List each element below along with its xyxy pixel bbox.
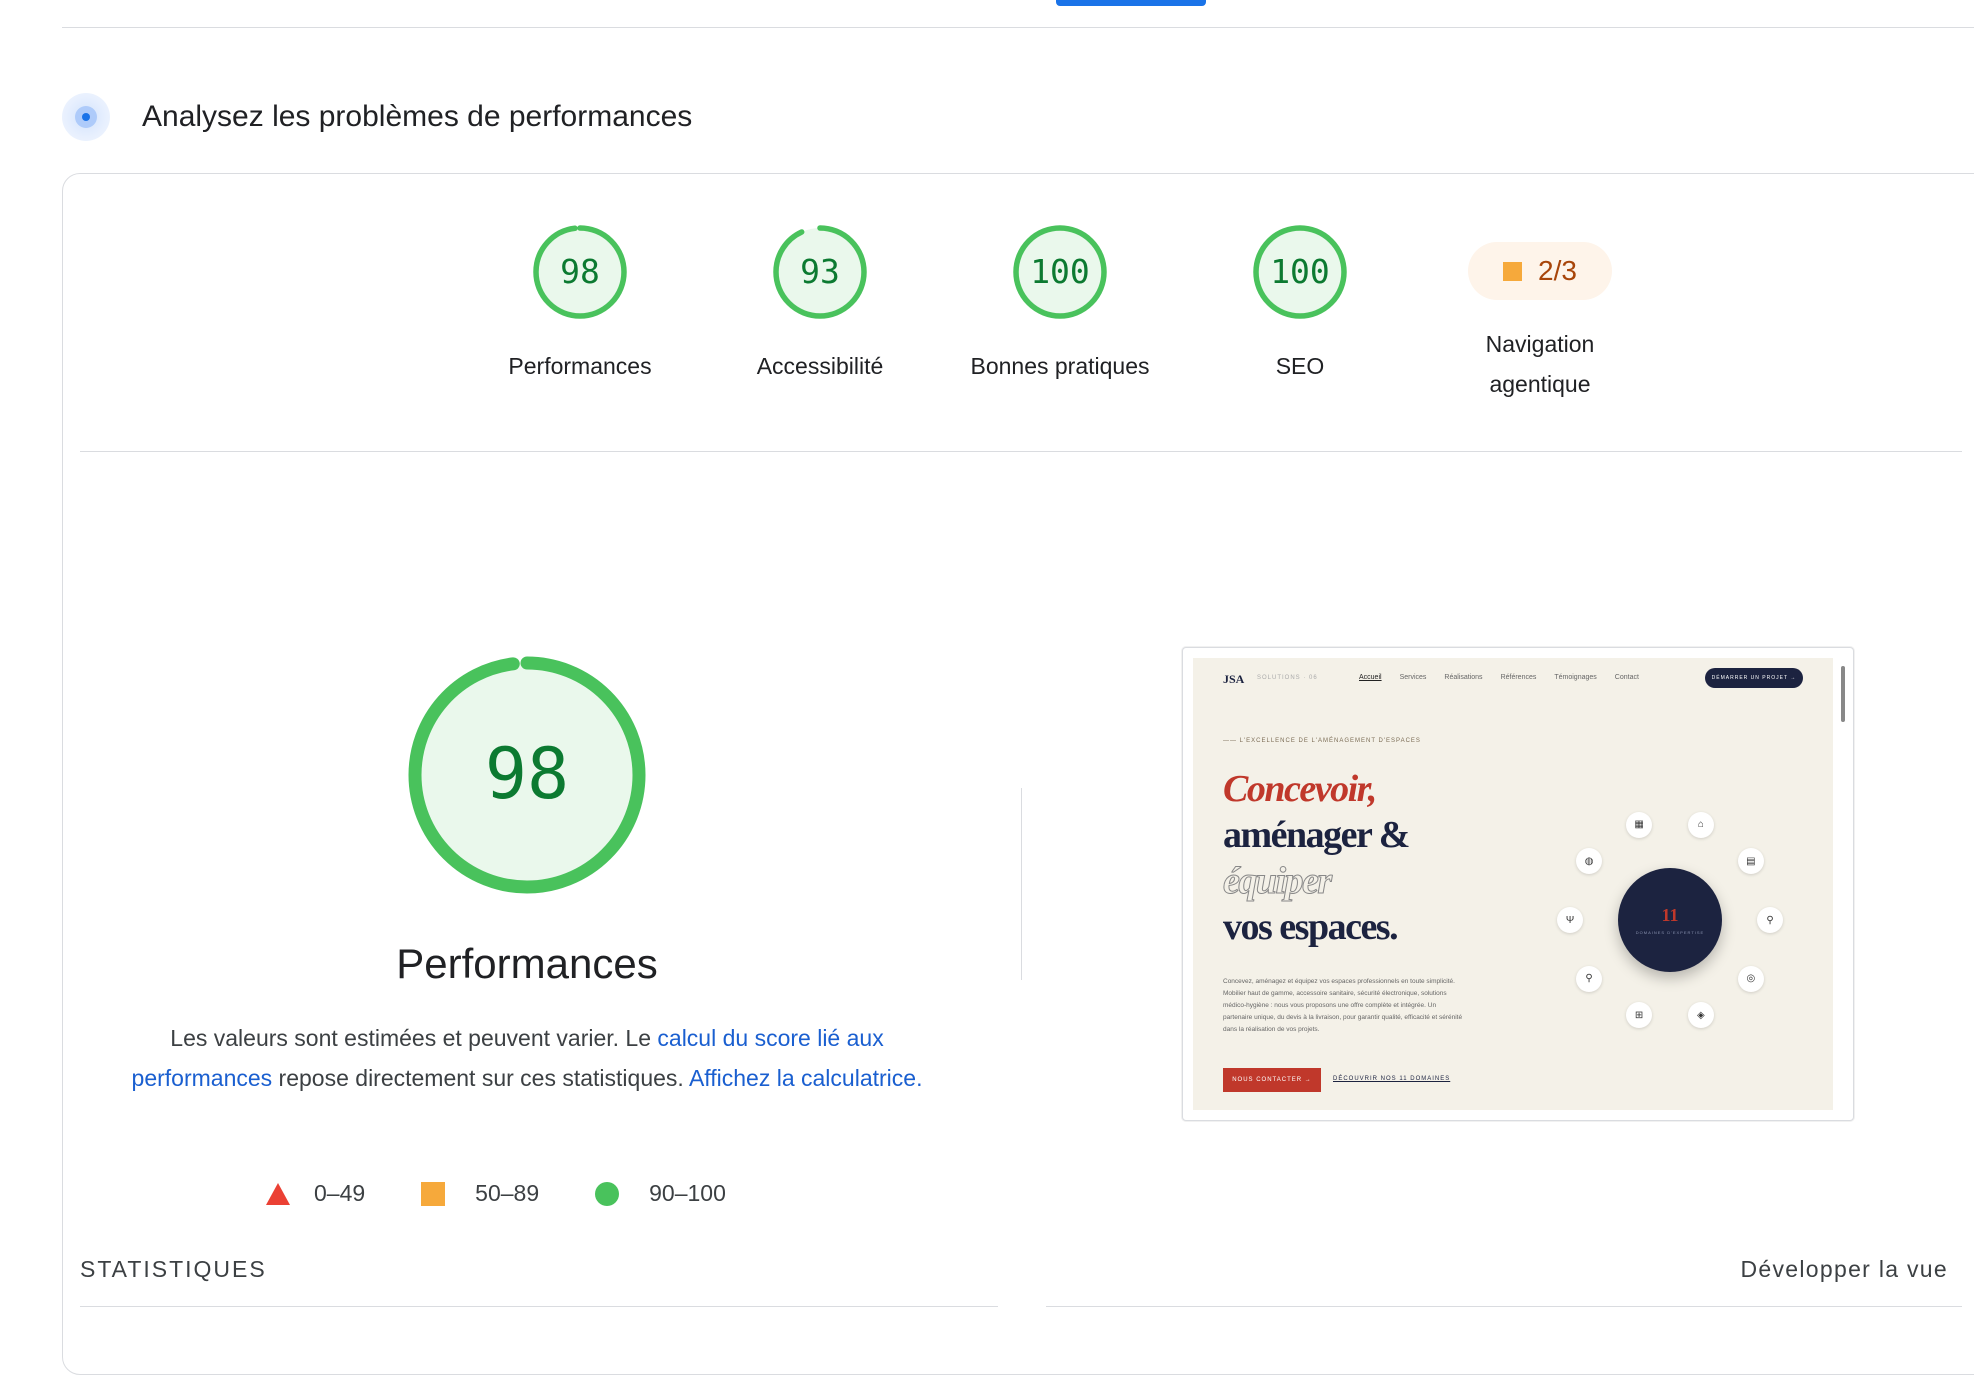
stats-divider-left	[80, 1306, 998, 1307]
top-divider	[62, 27, 1974, 28]
thumbnail-cta: DÉMARRER UN PROJET →	[1705, 668, 1803, 688]
performance-big-gauge: 98	[408, 656, 646, 894]
gauge-ring: 100	[1013, 225, 1107, 319]
legend-range: 50–89	[475, 1180, 540, 1206]
stats-divider-right	[1046, 1306, 1962, 1307]
legend-range: 0–49	[314, 1180, 366, 1206]
thumbnail-orbit-node: ◎	[1737, 965, 1764, 992]
gauge-bonnes-pratiques[interactable]: 100 Bonnes pratiques	[940, 222, 1180, 404]
thumbnail-menu: Accueil Services Réalisations Références…	[1359, 674, 1639, 681]
gauge-agentic-navigation[interactable]: 2/3 Navigation agentique	[1420, 222, 1660, 404]
gauge-seo[interactable]: 100 SEO	[1180, 222, 1420, 404]
thumbnail-menu-item: Accueil	[1359, 674, 1382, 681]
category-gauges: 98 Performances 93 Accessibilité 100 Bonnes p…	[460, 222, 1660, 404]
thumbnail-orbit-node: ◍	[1576, 848, 1603, 875]
thumbnail-menu-item: Réalisations	[1444, 674, 1483, 681]
thumbnail-menu-item: Témoignages	[1554, 674, 1597, 681]
gauge-accessibilite[interactable]: 93 Accessibilité	[700, 222, 940, 404]
section-title: Analysez les problèmes de performances	[142, 100, 693, 133]
performance-description: Les valeurs sont estimées et peuvent var…	[110, 1018, 944, 1098]
big-gauge-value: 98	[485, 733, 569, 815]
page-screenshot-thumbnail[interactable]: JSA SOLUTIONS · 06 Accueil Services Réal…	[1182, 647, 1854, 1121]
gauge-label-line: Navigation	[1485, 331, 1595, 357]
thumbnail-orbit-node: ▤	[1737, 848, 1764, 875]
gauge-label: Performances	[508, 353, 652, 379]
thumbnail-orbit-center: 11 DOMAINES D'EXPERTISE	[1618, 868, 1722, 972]
gauge-value: 98	[560, 252, 600, 291]
thumbnail-orbit-node: ◈	[1687, 1002, 1714, 1029]
thumbnail-contact-button: NOUS CONTACTER →	[1223, 1068, 1321, 1092]
legend-item-fail: 0–49	[266, 1180, 365, 1207]
agentic-score-pill: 2/3	[1468, 242, 1612, 300]
thumbnail-menu-item: Contact	[1614, 674, 1639, 681]
circle-icon	[595, 1181, 620, 1206]
gauge-ring: 98	[533, 225, 627, 319]
thumbnail-orbit-node: ⊞	[1626, 1002, 1653, 1029]
thumbnail-orbit-node: Ψ	[1557, 907, 1583, 933]
triangle-icon	[266, 1182, 290, 1205]
section-header: Analysez les problèmes de performances	[62, 92, 692, 142]
thumbnail-menu-item: Services	[1399, 674, 1427, 681]
agentic-score-value: 2/3	[1538, 255, 1577, 286]
legend-item-average: 50–89	[421, 1180, 539, 1207]
thumbnail-h1-line: Concevoir,	[1223, 768, 1377, 810]
gauge-value: 93	[800, 252, 840, 291]
gauge-performances[interactable]: 98 Performances	[460, 222, 700, 404]
thumbnail-eyebrow: —— L'EXCELLENCE DE L'AMÉNAGEMENT D'ESPAC…	[1223, 738, 1421, 744]
score-legend: 0–49 50–89 90–100	[266, 1180, 782, 1207]
analyze-icon	[62, 93, 110, 141]
performance-title: Performances	[396, 940, 658, 987]
thumbnail-headline: Concevoir, aménager & équiper vos espace…	[1223, 766, 1411, 950]
calculator-link[interactable]: Affichez la calculatrice.	[689, 1065, 923, 1091]
gauges-divider	[80, 451, 1962, 452]
active-tab-indicator	[1056, 0, 1206, 6]
gauge-ring: 100	[1253, 225, 1347, 319]
thumbnail-menu-item: Références	[1500, 674, 1537, 681]
legend-item-pass: 90–100	[595, 1180, 726, 1207]
thumbnail-h1-line: aménager &	[1223, 814, 1410, 856]
gauge-label: Bonnes pratiques	[970, 353, 1150, 379]
thumbnail-orbit-node: ⚲	[1576, 965, 1603, 992]
thumbnail-h1-line: équiper	[1223, 860, 1333, 903]
gauge-value: 100	[1270, 252, 1330, 291]
desc-text-1: Les valeurs sont estimées et peuvent var…	[170, 1025, 658, 1051]
thumbnail-nav: JSA SOLUTIONS · 06 Accueil Services Réal…	[1193, 658, 1833, 694]
square-icon	[1503, 261, 1523, 281]
thumbnail-orbit-node: ⌂	[1687, 811, 1714, 838]
thumbnail-page: JSA SOLUTIONS · 06 Accueil Services Réal…	[1193, 658, 1833, 1110]
thumbnail-scrollbar	[1841, 666, 1845, 722]
gauge-label: Navigation agentique	[1486, 324, 1595, 404]
gauge-label: SEO	[1275, 353, 1325, 379]
gauge-label-line: agentique	[1489, 371, 1591, 397]
thumbnail-center-sub: DOMAINES D'EXPERTISE	[1635, 930, 1705, 935]
thumbnail-center-number: 11	[1661, 905, 1679, 925]
thumbnail-orbit-node: ▦	[1626, 811, 1653, 838]
gauge-label: Accessibilité	[756, 353, 884, 379]
thumbnail-orbit-node: ⚲	[1757, 907, 1783, 933]
vertical-divider	[1021, 788, 1022, 980]
thumbnail-discover-link: DÉCOUVRIR NOS 11 DOMAINES	[1333, 1076, 1451, 1082]
desc-text-2: repose directement sur ces statistiques.	[272, 1065, 689, 1091]
thumbnail-body: Concevez, aménagez et équipez vos espace…	[1223, 978, 1463, 1033]
legend-range: 90–100	[649, 1180, 726, 1206]
gauge-value: 100	[1030, 252, 1090, 291]
square-icon	[421, 1181, 446, 1206]
thumbnail-logo-sub: SOLUTIONS · 06	[1257, 675, 1318, 681]
statistics-heading: STATISTIQUES	[80, 1256, 267, 1282]
thumbnail-logo: JSA	[1223, 672, 1245, 686]
expand-view-button[interactable]: Développer la vue	[1741, 1256, 1949, 1283]
thumbnail-h1-line: vos espaces.	[1223, 906, 1399, 948]
gauge-ring: 93	[773, 225, 867, 319]
